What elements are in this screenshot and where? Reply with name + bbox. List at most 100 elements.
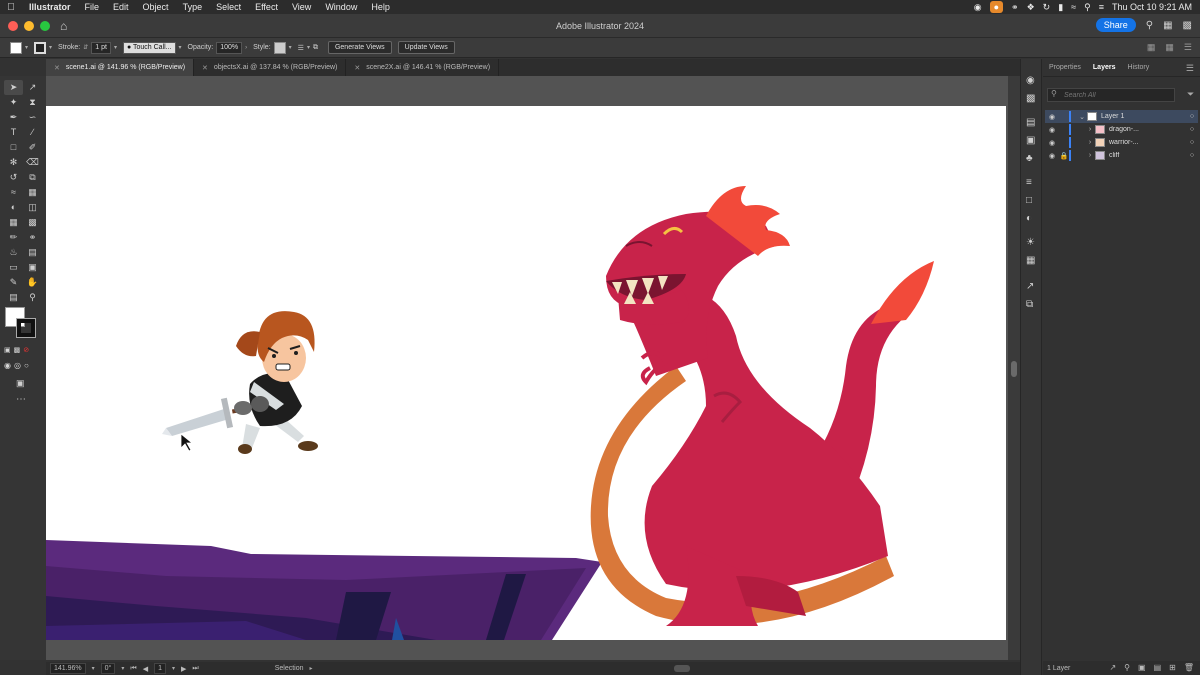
- mesh-tool-icon[interactable]: ▦: [4, 215, 23, 230]
- graphic-style-swatch[interactable]: [273, 41, 286, 54]
- shaper-tool-icon[interactable]: ✻: [4, 155, 23, 170]
- align-icon[interactable]: ☰: [298, 44, 304, 52]
- magic-wand-tool-icon[interactable]: ✦: [4, 95, 23, 110]
- layers-search-input[interactable]: [1047, 88, 1175, 102]
- artboards-icon[interactable]: ▣: [1026, 135, 1035, 146]
- clock[interactable]: Thu Oct 10 9:21 AM: [1112, 2, 1192, 12]
- clipping-mask-icon[interactable]: ▣: [1138, 663, 1146, 672]
- shape-builder-tool-icon[interactable]: ◐: [4, 200, 23, 215]
- paintbrush-tool-icon[interactable]: ✐: [23, 140, 42, 155]
- selection-tool-icon[interactable]: ➤: [4, 80, 23, 95]
- workspace-icon[interactable]: ▩: [1183, 20, 1192, 31]
- artboard-number-field[interactable]: 1: [154, 663, 166, 674]
- stroke-color-swatch[interactable]: [16, 318, 36, 338]
- delete-layer-icon[interactable]: 🗑: [1184, 663, 1194, 672]
- wifi-icon[interactable]: ≈: [1071, 2, 1076, 12]
- arrange-panel-icon[interactable]: ⧉: [1026, 299, 1033, 310]
- chevron-down-icon[interactable]: ▾: [307, 44, 310, 51]
- vpn-icon[interactable]: ❖: [1027, 2, 1035, 13]
- more-tools-icon[interactable]: ⋯: [16, 394, 26, 405]
- draw-inside-icon[interactable]: ○: [24, 361, 29, 370]
- generate-views-button[interactable]: Generate Views: [327, 41, 392, 54]
- print-tiling-tool-icon[interactable]: ▤: [4, 290, 23, 305]
- perspective-grid-tool-icon[interactable]: ◫: [23, 200, 42, 215]
- symbols-icon[interactable]: ♣: [1026, 153, 1033, 164]
- stepper-icon[interactable]: ⇵: [83, 44, 88, 51]
- chevron-down-icon[interactable]: ▾: [114, 44, 117, 51]
- spotlight-icon[interactable]: ⚲: [1084, 2, 1091, 13]
- new-layer-icon[interactable]: ⊞: [1169, 663, 1176, 672]
- target-circle-icon[interactable]: ○: [1186, 126, 1198, 133]
- new-sublayer-icon[interactable]: ▤: [1154, 663, 1162, 672]
- transparency-icon[interactable]: □: [1026, 195, 1032, 206]
- minimize-window-button[interactable]: [24, 20, 34, 31]
- menu-window[interactable]: Window: [318, 2, 364, 12]
- scale-tool-icon[interactable]: ⧉: [23, 170, 42, 185]
- rectangle-tool-icon[interactable]: □: [4, 140, 23, 155]
- record-icon[interactable]: ◉: [974, 2, 982, 13]
- visibility-eye-icon[interactable]: ◉: [1045, 139, 1059, 147]
- eraser-tool-icon[interactable]: ⌫: [23, 155, 42, 170]
- gradient-tool-icon[interactable]: ▩: [23, 215, 42, 230]
- panel-menu-icon[interactable]: ☰: [1186, 63, 1194, 74]
- creative-cloud-icon[interactable]: ⚭: [1011, 2, 1019, 13]
- share-button[interactable]: Share: [1095, 18, 1136, 32]
- layer-name[interactable]: cliff: [1109, 152, 1186, 159]
- visibility-eye-icon[interactable]: ◉: [1045, 152, 1059, 160]
- menu-help[interactable]: Help: [364, 2, 397, 12]
- layer-name[interactable]: warrior-...: [1109, 139, 1186, 146]
- chevron-down-icon[interactable]: ▾: [172, 665, 175, 672]
- export-layer-icon[interactable]: ↗: [1109, 663, 1116, 672]
- column-graph-tool-icon[interactable]: ▤: [23, 245, 42, 260]
- tab-properties[interactable]: Properties: [1043, 64, 1087, 71]
- type-tool-icon[interactable]: T: [4, 125, 23, 140]
- target-circle-icon[interactable]: ○: [1186, 139, 1198, 146]
- apple-icon[interactable]: : [0, 2, 22, 13]
- locate-object-icon[interactable]: ⚲: [1124, 663, 1130, 672]
- pen-tool-icon[interactable]: ✒: [4, 110, 23, 125]
- chevron-right-icon[interactable]: ›: [1085, 139, 1095, 146]
- layer-row[interactable]: ◉ 🔒 › cliff ○: [1045, 149, 1198, 162]
- gradient-swatch-icon[interactable]: ▩: [14, 346, 21, 354]
- menu-view[interactable]: View: [285, 2, 318, 12]
- rotate-tool-icon[interactable]: ↺: [4, 170, 23, 185]
- chevron-down-icon[interactable]: ⌄: [1077, 113, 1087, 121]
- links-icon[interactable]: ▦: [1026, 255, 1035, 266]
- lasso-tool-icon[interactable]: ⧗: [23, 95, 42, 110]
- symbol-sprayer-tool-icon[interactable]: ♨: [4, 245, 23, 260]
- fill-swatch[interactable]: [10, 41, 22, 54]
- brush-definition-field[interactable]: ● Touch Call...: [122, 41, 176, 54]
- next-artboard-icon[interactable]: ▶: [181, 665, 186, 673]
- layer-row[interactable]: ◉ ⌄ Layer 1 ○: [1045, 110, 1198, 123]
- chevron-down-icon[interactable]: ▾: [25, 44, 28, 51]
- asset-export-icon[interactable]: ▤: [1026, 117, 1035, 128]
- close-window-button[interactable]: [8, 20, 18, 31]
- drawing-mode-icon[interactable]: ◉: [4, 361, 11, 370]
- canvas-area[interactable]: [46, 76, 1020, 660]
- menu-select[interactable]: Select: [209, 2, 248, 12]
- align-panel-icon[interactable]: ≡: [1026, 177, 1032, 188]
- chevron-right-icon[interactable]: ›: [1085, 126, 1095, 133]
- transform-icon[interactable]: ⧉: [313, 44, 318, 52]
- warp-tool-icon[interactable]: ≈: [4, 185, 23, 200]
- slice-tool-icon[interactable]: ✎: [4, 275, 23, 290]
- chevron-right-icon[interactable]: ›: [245, 45, 247, 51]
- chevron-down-icon[interactable]: ▾: [92, 665, 95, 672]
- tab-scene1[interactable]: ✕ scene1.ai @ 141.96 % (RGB/Preview): [46, 59, 195, 76]
- hand-tool-icon[interactable]: ✋: [23, 275, 42, 290]
- microphone-icon[interactable]: ●: [989, 1, 1004, 13]
- tab-scene2x[interactable]: ✕ scene2X.ai @ 146.41 % (RGB/Preview): [346, 59, 500, 76]
- chevron-down-icon[interactable]: ▾: [49, 44, 52, 51]
- chevron-down-icon[interactable]: ▾: [121, 665, 124, 672]
- fullscreen-window-button[interactable]: [40, 20, 50, 31]
- menu-type[interactable]: Type: [176, 2, 210, 12]
- first-artboard-icon[interactable]: ⏮: [130, 665, 136, 673]
- filter-icon[interactable]: ⏷: [1187, 89, 1194, 100]
- menu-edit[interactable]: Edit: [106, 2, 136, 12]
- graph-tool-icon[interactable]: ▭: [4, 260, 23, 275]
- image-trace-icon[interactable]: ▩: [1026, 93, 1035, 104]
- artboard-tool-icon[interactable]: ▣: [23, 260, 42, 275]
- stroke-weight-field[interactable]: 1 pt: [91, 41, 111, 54]
- previous-artboard-icon[interactable]: ◀: [143, 665, 148, 673]
- search-icon[interactable]: ⚲: [1146, 20, 1153, 31]
